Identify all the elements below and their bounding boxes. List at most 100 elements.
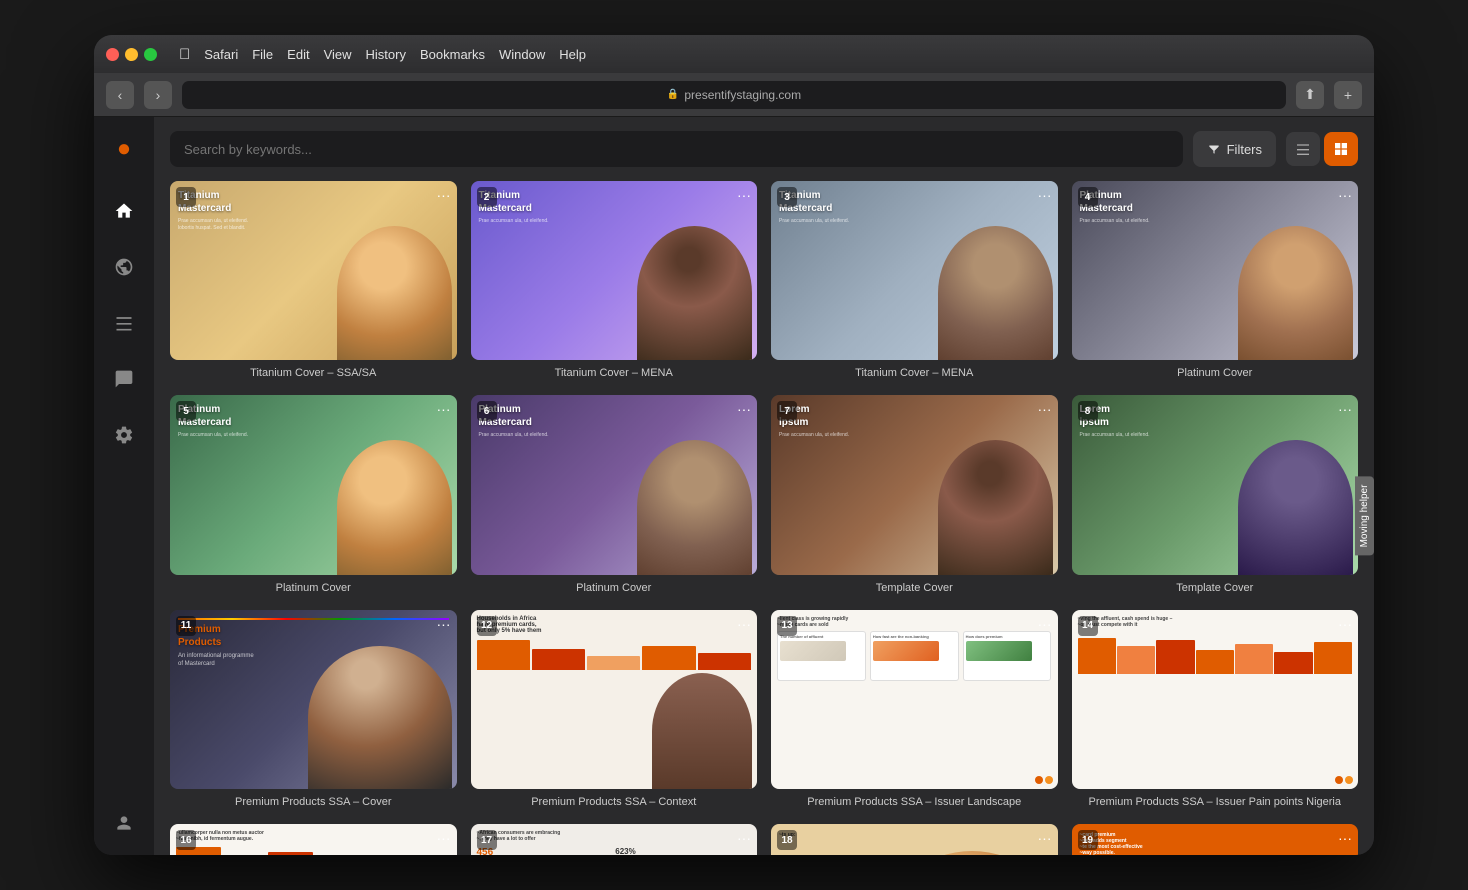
- edit-menu[interactable]: Edit: [287, 47, 309, 62]
- card-label-7: Template Cover: [771, 581, 1058, 596]
- card-num-7: 7: [777, 401, 797, 421]
- card-thumb-2: TitaniumMastercard Prae accumsan ula, ut…: [471, 181, 758, 360]
- slide-body: Prae accumsan ula, ut eleifend.: [1080, 432, 1351, 439]
- address-bar[interactable]: 🔒 presentifystaging.com: [182, 81, 1286, 109]
- card-num-1: 1: [176, 187, 196, 207]
- card-menu-7[interactable]: ···: [1038, 401, 1052, 417]
- card-label-6: Platinum Cover: [471, 581, 758, 596]
- card-thumb-1: TitaniumMastercard Prae accumsan ula, ut…: [170, 181, 457, 360]
- accent-bar: [178, 618, 449, 620]
- sidebar-item-globe[interactable]: [106, 249, 142, 285]
- file-menu[interactable]: File: [252, 47, 273, 62]
- search-input[interactable]: [170, 131, 1183, 167]
- sidebar-item-home[interactable]: [106, 193, 142, 229]
- card-11[interactable]: PremiumProducts An informational program…: [170, 610, 457, 810]
- view-menu[interactable]: View: [324, 47, 352, 62]
- browser-toolbar: ‹ › 🔒 presentifystaging.com ⬆ +: [94, 73, 1374, 117]
- card-menu-3[interactable]: ···: [1038, 187, 1052, 203]
- card-label-1: Titanium Cover – SSA/SA: [170, 366, 457, 381]
- card-5[interactable]: PlatinumMastercard Prae accumsan ula, ut…: [170, 395, 457, 595]
- bookmarks-menu[interactable]: Bookmarks: [420, 47, 485, 62]
- sidebar-item-settings[interactable]: [106, 417, 142, 453]
- slide-title: PlatinumMastercard: [178, 403, 449, 429]
- card-thumb-14: ~ving the affluent, cash spend is huge –…: [1072, 610, 1359, 789]
- card-menu-14[interactable]: ···: [1338, 616, 1352, 632]
- card-label-11: Premium Products SSA – Cover: [170, 795, 457, 810]
- card-menu-2[interactable]: ···: [737, 187, 751, 203]
- card-17[interactable]: ~African consumers are embracing~, they …: [471, 824, 758, 855]
- search-bar-row: Filters: [154, 117, 1374, 177]
- forward-button[interactable]: ›: [144, 81, 172, 109]
- card-4[interactable]: PlatinumMastercard Prae accumsan ula, ut…: [1072, 181, 1359, 381]
- apple-menu[interactable]: : [179, 46, 190, 63]
- grid-view-button[interactable]: [1324, 132, 1358, 166]
- card-menu-13[interactable]: ···: [1038, 616, 1052, 632]
- card-num-16: 16: [176, 830, 196, 850]
- slide-title: TitaniumMastercard: [779, 189, 1050, 215]
- mac-menu:  Safari File Edit View History Bookmark…: [179, 46, 586, 63]
- card-thumb-13: ~lient class is growing rapidly~mium car…: [771, 610, 1058, 789]
- cards-grid: TitaniumMastercard Prae accumsan ula, ut…: [170, 181, 1358, 855]
- back-button[interactable]: ‹: [106, 81, 134, 109]
- card-thumb-8: Loremipsum Prae accumsan ula, ut eleifen…: [1072, 395, 1359, 574]
- card-12[interactable]: Households in Africahave premium cards,b…: [471, 610, 758, 810]
- url-text: presentifystaging.com: [684, 88, 801, 102]
- card-menu-8[interactable]: ···: [1338, 401, 1352, 417]
- card-label-8: Template Cover: [1072, 581, 1359, 596]
- list-icon: [1295, 141, 1311, 157]
- card-6[interactable]: PlatinumMastercard Prae accumsan ula, ut…: [471, 395, 758, 595]
- share-button[interactable]: ⬆: [1296, 81, 1324, 109]
- card-thumb-6: PlatinumMastercard Prae accumsan ula, ut…: [471, 395, 758, 574]
- card-14[interactable]: ~ving the affluent, cash spend is huge –…: [1072, 610, 1359, 810]
- grid-icon: [1333, 141, 1349, 157]
- close-button[interactable]: [106, 48, 119, 61]
- card-label-3: Titanium Cover – MENA: [771, 366, 1058, 381]
- list-view-button[interactable]: [1286, 132, 1320, 166]
- card-2[interactable]: TitaniumMastercard Prae accumsan ula, ut…: [471, 181, 758, 381]
- sidebar: ●: [94, 117, 154, 855]
- card-num-18: 18: [777, 830, 797, 850]
- card-1[interactable]: TitaniumMastercard Prae accumsan ula, ut…: [170, 181, 457, 381]
- card-num-12: 12: [477, 616, 497, 636]
- card-menu-5[interactable]: ···: [437, 401, 451, 417]
- card-13[interactable]: ~lient class is growing rapidly~mium car…: [771, 610, 1058, 810]
- card-16[interactable]: ~ullamcorper nulla non metus auctor~fusa…: [170, 824, 457, 855]
- minimize-button[interactable]: [125, 48, 138, 61]
- safari-menu[interactable]: Safari: [204, 47, 238, 62]
- card-menu-12[interactable]: ···: [737, 616, 751, 632]
- card-thumb-5: PlatinumMastercard Prae accumsan ula, ut…: [170, 395, 457, 574]
- card-19[interactable]: ~card premium~rate adds segment~te the m…: [1072, 824, 1359, 855]
- sidebar-item-user[interactable]: [106, 805, 142, 841]
- card-label-12: Premium Products SSA – Context: [471, 795, 758, 810]
- maximize-button[interactable]: [144, 48, 157, 61]
- card-label-13: Premium Products SSA – Issuer Landscape: [771, 795, 1058, 810]
- slide-title: Loremipsum: [1080, 403, 1351, 429]
- card-menu-19[interactable]: ···: [1338, 830, 1352, 846]
- card-7[interactable]: Loremipsum Prae accumsan ula, ut eleifen…: [771, 395, 1058, 595]
- slide-body: Prae accumsan ula, ut eleifend.: [178, 432, 449, 439]
- moving-helper-tab[interactable]: Moving helper: [1355, 477, 1374, 556]
- card-menu-6[interactable]: ···: [737, 401, 751, 417]
- slide-title: TitaniumMastercard: [479, 189, 750, 215]
- new-tab-button[interactable]: +: [1334, 81, 1362, 109]
- card-menu-18[interactable]: ···: [1038, 830, 1052, 846]
- card-menu-4[interactable]: ···: [1338, 187, 1352, 203]
- sidebar-item-chat[interactable]: [106, 361, 142, 397]
- grid-container: TitaniumMastercard Prae accumsan ula, ut…: [154, 177, 1374, 855]
- card-menu-1[interactable]: ···: [437, 187, 451, 203]
- card-menu-11[interactable]: ···: [437, 616, 451, 632]
- window-menu[interactable]: Window: [499, 47, 545, 62]
- filters-button[interactable]: Filters: [1193, 131, 1276, 167]
- card-8[interactable]: Loremipsum Prae accumsan ula, ut eleifen…: [1072, 395, 1359, 595]
- card-menu-16[interactable]: ···: [437, 830, 451, 846]
- history-menu[interactable]: History: [366, 47, 406, 62]
- card-num-2: 2: [477, 187, 497, 207]
- sidebar-item-list[interactable]: [106, 305, 142, 341]
- card-thumb-18: ~ts up: 18 ···: [771, 824, 1058, 855]
- help-menu[interactable]: Help: [559, 47, 586, 62]
- card-menu-17[interactable]: ···: [737, 830, 751, 846]
- card-18[interactable]: ~ts up: 18 ···: [771, 824, 1058, 855]
- card-thumb-19: ~card premium~rate adds segment~te the m…: [1072, 824, 1359, 855]
- card-3[interactable]: TitaniumMastercard Prae accumsan ula, ut…: [771, 181, 1058, 381]
- card-num-19: 19: [1078, 830, 1098, 850]
